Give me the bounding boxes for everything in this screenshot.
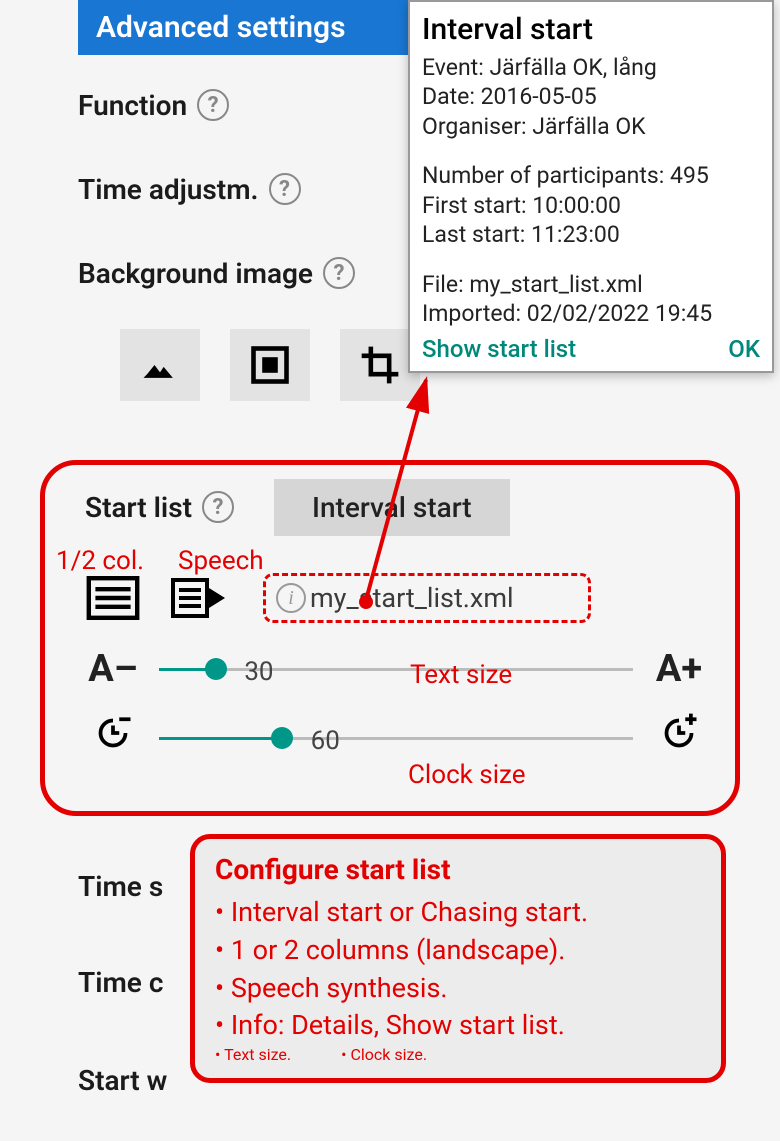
- dialog-first-start: First start: 10:00:00: [422, 191, 760, 220]
- dialog-organiser: Organiser: Järfälla OK: [422, 112, 760, 141]
- tooltip-item: • Clock size.: [341, 1045, 427, 1064]
- center-icon[interactable]: [230, 329, 310, 401]
- annotation-clock-size: Clock size: [408, 760, 526, 790]
- speech-icon[interactable]: [171, 576, 227, 620]
- dialog-title: Interval start: [422, 12, 760, 47]
- text-size-slider-row: A– 30 A+: [85, 647, 707, 691]
- clock-larger-icon[interactable]: [651, 713, 707, 763]
- info-icon[interactable]: i: [276, 583, 306, 613]
- dialog-last-start: Last start: 11:23:00: [422, 220, 760, 249]
- label-bg-image: Background image: [78, 257, 313, 290]
- annotation-columns: 1/2 col.: [56, 546, 144, 576]
- help-icon[interactable]: ?: [269, 173, 301, 205]
- dialog-participants: Number of participants: 495: [422, 161, 760, 190]
- section-header: Advanced settings: [78, 0, 408, 55]
- annotation-text-size: Text size: [410, 660, 512, 690]
- clock-size-slider-row: 60: [85, 713, 707, 763]
- tooltip-item: Interval start or Chasing start.: [215, 894, 701, 932]
- clock-size-slider[interactable]: 60: [159, 720, 633, 756]
- label-time-c: Time c: [78, 966, 163, 999]
- label-start-w: Start w: [78, 1064, 167, 1097]
- columns-icon[interactable]: [85, 576, 141, 620]
- file-name: my_start_list.xml: [310, 582, 514, 614]
- text-size-value: 30: [244, 657, 273, 687]
- dialog-event: Event: Järfälla OK, lång: [422, 53, 760, 82]
- tooltip-item: Speech synthesis.: [215, 970, 701, 1008]
- annotation-speech: Speech: [178, 546, 264, 576]
- info-dialog: Interval start Event: Järfälla OK, lång …: [408, 0, 774, 373]
- tooltip-item: • Text size.: [215, 1045, 291, 1064]
- image-icon[interactable]: [120, 329, 200, 401]
- start-list-highlight: Start list ? Interval start i my_start_l…: [40, 460, 740, 816]
- interval-start-button[interactable]: Interval start: [274, 479, 510, 536]
- clock-size-value: 60: [311, 726, 340, 756]
- tooltip-configure: Configure start list Interval start or C…: [190, 834, 726, 1083]
- label-time-adjust: Time adjustm.: [78, 173, 259, 206]
- label-time-s: Time s: [78, 870, 163, 903]
- help-icon[interactable]: ?: [197, 89, 229, 121]
- dialog-file: File: my_start_list.xml: [422, 270, 760, 299]
- ok-button[interactable]: OK: [728, 335, 760, 363]
- label-start-list: Start list: [85, 491, 192, 524]
- dialog-imported: Imported: 02/02/2022 19:45: [422, 299, 760, 328]
- dialog-date: Date: 2016-05-05: [422, 82, 760, 111]
- help-icon[interactable]: ?: [323, 257, 355, 289]
- clock-smaller-icon[interactable]: [85, 713, 141, 763]
- text-larger-icon[interactable]: A+: [651, 647, 707, 691]
- text-size-slider[interactable]: 30: [159, 651, 633, 687]
- start-list-file[interactable]: i my_start_list.xml: [263, 573, 591, 623]
- tooltip-item: Info: Details, Show start list.: [215, 1007, 701, 1045]
- show-start-list-button[interactable]: Show start list: [422, 335, 576, 363]
- help-icon[interactable]: ?: [202, 491, 234, 523]
- tooltip-title: Configure start list: [215, 853, 701, 886]
- label-function: Function: [78, 89, 187, 122]
- tooltip-item: 1 or 2 columns (landscape).: [215, 932, 701, 970]
- text-smaller-icon[interactable]: A–: [85, 647, 141, 691]
